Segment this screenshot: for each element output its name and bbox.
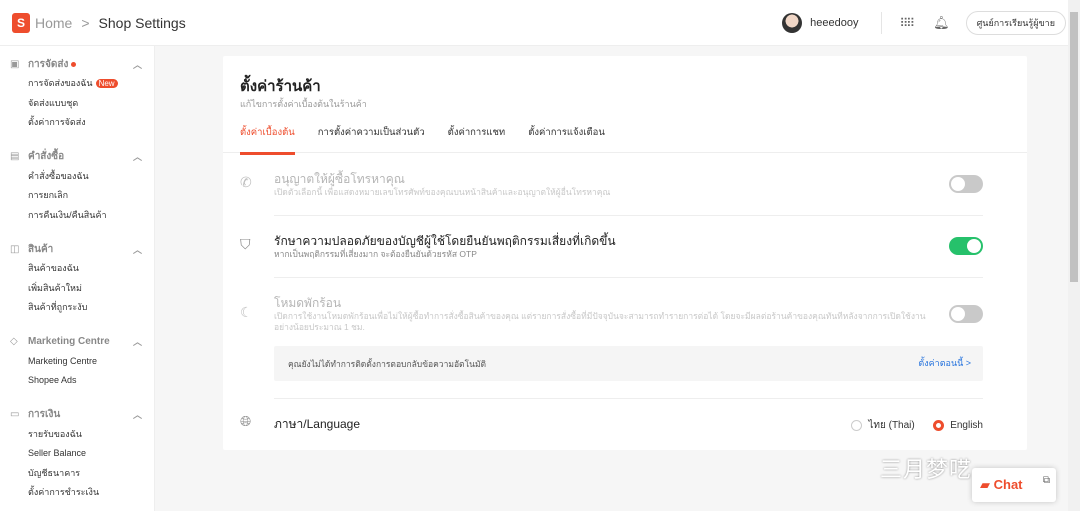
vacation-mode-toggle[interactable] — [949, 305, 983, 323]
group-title: คำสั่งซื้อ — [28, 151, 65, 162]
breadcrumb-separator: > — [81, 14, 90, 31]
tag-icon: ◇ — [10, 336, 18, 347]
apps-grid-icon[interactable]: ⠿⠿ — [900, 16, 916, 30]
sidebar-group-header[interactable]: ▭ การเงิน ︿ — [0, 405, 154, 425]
sidebar-item[interactable]: สินค้าของฉัน — [0, 259, 154, 279]
clipboard-icon: ▤ — [10, 151, 20, 162]
tab-notification-settings[interactable]: ตั้งค่าการแจ้งเตือน — [528, 116, 605, 152]
tab-chat-settings[interactable]: ตั้งค่าการแชท — [448, 116, 506, 152]
expand-icon[interactable]: ⧉ — [1043, 475, 1050, 486]
option-label: English — [950, 420, 983, 431]
username[interactable]: heeedooy — [810, 17, 858, 29]
sidebar-item[interactable]: บัญชีธนาคาร — [0, 464, 154, 484]
sidebar-item[interactable]: การจัดส่งของฉัน New — [0, 74, 154, 94]
shop-settings-card: ตั้งค่าร้านค้า แก้ไขการตั้งค่าเบื้องต้นใ… — [223, 56, 1027, 450]
divider — [274, 277, 983, 278]
group-title: สินค้า — [28, 243, 54, 255]
moon-icon: ☾ — [240, 304, 253, 320]
sidebar-item[interactable]: Seller Balance — [0, 444, 154, 464]
setting-account-security: ⛉ รักษาความปลอดภัยของบัญชีผู้ใช้โดยยืนยั… — [240, 228, 983, 278]
shopee-logo-icon[interactable]: S — [12, 12, 30, 33]
divider — [880, 12, 882, 34]
sidebar-group-header[interactable]: ◫ สินค้า ︿ — [0, 239, 154, 259]
notification-dot — [71, 61, 77, 67]
page-subtitle: แก้ไขการตั้งค่าเบื้องต้นในร้านค้า — [240, 99, 367, 109]
sidebar-item-label: การจัดส่งของฉัน — [28, 78, 93, 88]
sidebar-group-header[interactable]: ▤ คำสั่งซื้อ ︿ — [0, 147, 154, 167]
breadcrumb-home[interactable]: Home — [35, 15, 72, 31]
scrollbar[interactable] — [1068, 0, 1080, 511]
chevron-up-icon[interactable]: ︿ — [133, 150, 142, 163]
sidebar-item[interactable]: จัดส่งแบบชุด — [0, 94, 154, 114]
sidebar-group-marketing: ◇ Marketing Centre ︿ Marketing Centre Shop… — [0, 332, 154, 391]
bell-icon[interactable]: 🔔︎ — [933, 15, 950, 31]
auto-reply-notice: คุณยังไม่ได้ทำการติดตั้งการตอบกลับข้อควา… — [274, 346, 983, 381]
chevron-up-icon[interactable]: ︿ — [133, 58, 142, 71]
sidebar-item[interactable]: สินค้าที่ถูกระงับ — [0, 298, 154, 318]
allow-calls-toggle[interactable] — [949, 175, 983, 193]
group-title: การจัดส่ง — [28, 58, 69, 70]
breadcrumb-current: Shop Settings — [98, 14, 186, 31]
setting-language: 🌐︎ ภาษา/Language ไทย (Thai) English — [240, 411, 983, 436]
divider — [274, 398, 983, 399]
top-header: S Home > Shop Settings heeedooy ⠿⠿ 🔔︎ ศู… — [0, 0, 1068, 46]
group-title: การเงิน — [28, 409, 61, 420]
product-box-icon: ◫ — [10, 243, 20, 255]
sidebar-group-products: ◫ สินค้า ︿ สินค้าของฉัน เพิ่มสินค้าใหม่ สิ… — [0, 239, 154, 318]
setting-title: ภาษา/Language — [274, 417, 361, 431]
sidebar-item[interactable]: รายรับของฉัน — [0, 425, 154, 445]
sidebar-item[interactable]: Shopee Ads — [0, 371, 154, 391]
chevron-up-icon[interactable]: ︿ — [133, 408, 142, 421]
box-icon: ▣ — [10, 58, 20, 70]
new-badge: New — [95, 79, 118, 88]
chat-button[interactable]: ▰ Chat ⧉ — [972, 468, 1056, 502]
wallet-icon: ▭ — [10, 409, 20, 420]
sidebar-item[interactable]: การคืนเงิน/คืนสินค้า — [0, 206, 154, 226]
phone-icon: ✆ — [240, 174, 252, 190]
setting-description: เปิดตัวเลือกนี้ เพื่อแสดงหมายเลขโทรศัพท์… — [274, 187, 611, 197]
radio-selected[interactable] — [933, 419, 945, 431]
language-radio-group: ไทย (Thai) English — [837, 415, 983, 433]
chat-text: Chat — [993, 477, 1023, 492]
group-title: Marketing Centre — [28, 336, 110, 347]
sidebar-item[interactable]: ตั้งค่าการชำระเงิน — [0, 483, 154, 503]
radio-unselected[interactable] — [851, 419, 863, 431]
tab-privacy-settings[interactable]: การตั้งค่าความเป็นส่วนตัว — [318, 116, 425, 152]
setting-allow-calls: ✆ อนุญาตให้ผู้ซื้อโทรหาคุณ เปิดตัวเลือกน… — [240, 166, 983, 216]
sidebar-item[interactable]: ตั้งค่าการจัดส่ง — [0, 113, 154, 133]
sidebar-group-shipping: ▣ การจัดส่ง ︿ การจัดส่งของฉัน New จัดส่งแบบ… — [0, 54, 154, 133]
setting-description: เปิดการใช้งานโหมดพักร้อนเพื่อไม่ให้ผู้ซื… — [274, 311, 926, 332]
language-option-thai[interactable]: ไทย (Thai) — [851, 419, 915, 431]
sidebar-item[interactable]: การยกเลิก — [0, 186, 154, 206]
sidebar: ▣ การจัดส่ง ︿ การจัดส่งของฉัน New จัดส่งแบบ… — [0, 46, 155, 511]
watermark: 三月梦呓 — [880, 457, 973, 482]
sidebar-group-finance: ▭ การเงิน ︿ รายรับของฉัน Seller Balance บั… — [0, 405, 154, 503]
setting-vacation-mode: ☾ โหมดพักร้อน เปิดการใช้งานโหมดพักร้อนเพ… — [240, 290, 983, 345]
scrollbar-thumb[interactable] — [1070, 12, 1078, 282]
sidebar-group-orders: ▤ คำสั่งซื้อ ︿ คำสั่งซื้อของฉัน การยกเลิก … — [0, 147, 154, 226]
shield-check-icon: ⛉ — [240, 236, 251, 252]
sidebar-item[interactable]: Marketing Centre — [0, 352, 154, 372]
tab-basic-settings[interactable]: ตั้งค่าเบื้องต้น — [240, 116, 295, 155]
sidebar-item[interactable]: เพิ่มสินค้าใหม่ — [0, 279, 154, 299]
sidebar-item[interactable]: คำสั่งซื้อของฉัน — [0, 167, 154, 187]
chat-label: ▰ Chat — [980, 477, 1023, 492]
tabs: ตั้งค่าเบื้องต้น การตั้งค่าความเป็นส่วนต… — [223, 116, 1027, 155]
chevron-up-icon[interactable]: ︿ — [133, 335, 142, 348]
option-label: ไทย (Thai) — [868, 420, 915, 431]
sidebar-group-header[interactable]: ▣ การจัดส่ง ︿ — [0, 54, 154, 74]
divider — [274, 215, 983, 216]
setup-now-link[interactable]: ตั้งค่าตอนนี้ > — [918, 356, 971, 370]
globe-icon: 🌐︎ — [240, 413, 252, 429]
language-option-english[interactable]: English — [933, 419, 983, 431]
avatar[interactable] — [782, 13, 803, 33]
learning-center-button[interactable]: ศูนย์การเรียนรู้ผู้ขาย — [965, 11, 1066, 35]
setting-description: หากเป็นพฤติกรรมที่เสี่ยงมาก จะต้องยืนยัน… — [274, 249, 477, 259]
account-security-toggle[interactable] — [949, 237, 983, 255]
notice-text: คุณยังไม่ได้ทำการติดตั้งการตอบกลับข้อควา… — [288, 359, 487, 369]
chevron-up-icon[interactable]: ︿ — [133, 243, 142, 256]
sidebar-group-header[interactable]: ◇ Marketing Centre ︿ — [0, 332, 154, 352]
page-title: ตั้งค่าร้านค้า — [240, 78, 321, 95]
